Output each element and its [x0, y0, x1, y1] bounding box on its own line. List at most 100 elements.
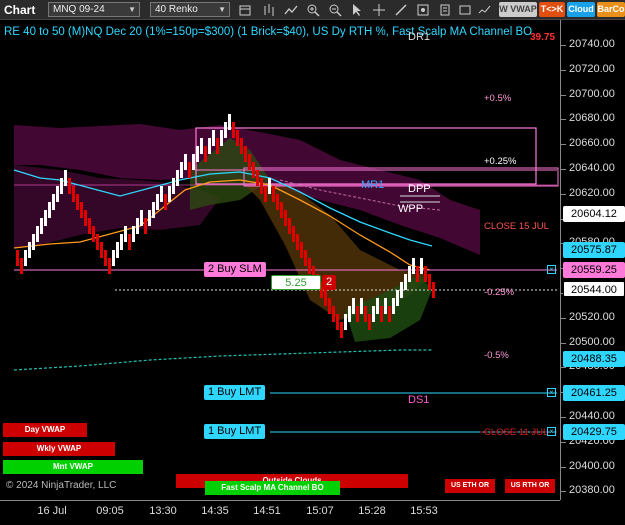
- level-label-pct-minus-025: -0.25%: [484, 287, 515, 298]
- renko-brick-up: [372, 306, 375, 322]
- renko-brick-up: [348, 306, 351, 322]
- time-axis[interactable]: 16 Jul 09:05 13:30 14:35 14:51 15:07 15:28 15:5…: [0, 500, 560, 525]
- us-eth-or-button[interactable]: US ETH OR: [445, 479, 495, 493]
- fast-scalp-button[interactable]: Fast Scalp MA Channel BO: [205, 481, 340, 495]
- renko-brick-up: [136, 218, 139, 234]
- renko-brick-up: [408, 266, 411, 282]
- indicators-icon[interactable]: [284, 3, 298, 17]
- renko-brick-down: [264, 186, 267, 202]
- cancel-lmt-2-icon[interactable]: ×: [547, 427, 556, 436]
- renko-brick-up: [196, 146, 199, 162]
- tk-button[interactable]: T<>K: [539, 2, 565, 17]
- template-icon[interactable]: [458, 3, 472, 17]
- price-tick-label: 20400.00: [569, 459, 615, 472]
- renko-brick-down: [368, 314, 371, 330]
- renko-brick-down: [432, 282, 435, 298]
- price-tick-mark: [561, 193, 566, 195]
- renko-brick-down: [232, 122, 235, 138]
- renko-brick-down: [20, 258, 23, 274]
- renko-brick-up: [156, 194, 159, 210]
- data-series-icon[interactable]: [238, 3, 252, 17]
- renko-brick-down: [80, 202, 83, 218]
- day-vwap-button[interactable]: Day VWAP: [3, 423, 87, 437]
- renko-brick-up: [40, 218, 43, 234]
- price-tick-mark: [561, 367, 566, 369]
- buy-slm-order-tag[interactable]: 2 Buy SLM: [204, 262, 266, 277]
- barco-button[interactable]: BarCo: [597, 2, 625, 17]
- renko-brick-down: [144, 218, 147, 234]
- buy-lmt-order-tag-1[interactable]: 1 Buy LMT: [204, 385, 266, 400]
- time-label: 14:35: [201, 505, 229, 517]
- time-label: 15:07: [306, 505, 334, 517]
- renko-brick-down: [356, 306, 359, 322]
- position-qty-tag[interactable]: 2: [322, 275, 336, 290]
- renko-brick-down: [260, 178, 263, 194]
- level-label-close-11jul: CLOSE 11 JUL: [484, 427, 549, 438]
- pnl-tag[interactable]: 5.25: [271, 275, 321, 290]
- renko-brick-down: [340, 322, 343, 338]
- price-axis[interactable]: 20740.00 20720.00 20700.00 20680.00 20660.00…: [560, 20, 625, 500]
- cancel-lmt-1-icon[interactable]: ×: [547, 388, 556, 397]
- price-tag-lower: 20488.35: [563, 351, 625, 367]
- renko-brick-down: [236, 130, 239, 146]
- wkly-vwap-button[interactable]: Wkly VWAP: [3, 442, 115, 456]
- snap-icon[interactable]: [416, 3, 430, 17]
- level-label-dpp: DPP: [408, 183, 431, 195]
- instrument-selector[interactable]: MNQ 09-24 ▼: [48, 2, 140, 17]
- us-rth-or-button[interactable]: US RTH OR: [505, 479, 555, 493]
- renko-brick-down: [128, 234, 131, 250]
- renko-brick-up: [32, 234, 35, 250]
- pointer-icon[interactable]: [350, 3, 364, 17]
- renko-brick-down: [280, 202, 283, 218]
- draw-tools-icon[interactable]: [394, 3, 408, 17]
- renko-brick-up: [420, 258, 423, 274]
- renko-brick-down: [108, 258, 111, 274]
- level-label-close-15jul: CLOSE 15 JUL: [484, 221, 549, 232]
- renko-brick-down: [84, 210, 87, 226]
- price-tick-mark: [561, 69, 566, 71]
- renko-brick-down: [304, 250, 307, 266]
- zoom-in-icon[interactable]: [306, 3, 320, 17]
- chart-header: RE 40 to 50 (M)NQ Dec 20 (1%=150p=$300) …: [4, 26, 533, 38]
- bar-chart-icon[interactable]: [262, 3, 276, 17]
- level-label-dr1: DR1: [408, 31, 431, 43]
- cancel-slm-icon[interactable]: ×: [547, 265, 556, 274]
- renko-brick-up: [400, 282, 403, 298]
- instrument-value: MNQ 09-24: [53, 4, 105, 15]
- renko-brick-up: [412, 258, 415, 274]
- renko-brick-up: [224, 122, 227, 138]
- renko-brick-up: [24, 250, 27, 266]
- w-vwap-button[interactable]: W VWAP: [499, 2, 537, 17]
- bar-type-selector[interactable]: 40 Renko ▼: [150, 2, 230, 17]
- renko-brick-down: [244, 146, 247, 162]
- renko-brick-up: [64, 170, 67, 186]
- crosshair-icon[interactable]: [372, 3, 386, 17]
- renko-brick-down: [76, 194, 79, 210]
- price-tick-mark: [561, 491, 566, 493]
- renko-brick-up: [124, 226, 127, 242]
- chart-panel[interactable]: RE 40 to 50 (M)NQ Dec 20 (1%=150p=$300) …: [0, 20, 560, 500]
- renko-brick-up: [396, 290, 399, 306]
- level-label-pct-plus-05: +0.5%: [484, 93, 512, 104]
- price-tick-mark: [561, 417, 566, 418]
- renko-brick-up: [192, 154, 195, 170]
- chart-trader-icon[interactable]: [478, 3, 492, 17]
- renko-brick-down: [292, 226, 295, 242]
- price-tag-mid: 20575.87: [563, 242, 625, 258]
- renko-brick-up: [140, 210, 143, 226]
- mnt-vwap-button[interactable]: Mnt VWAP: [3, 460, 143, 474]
- renko-brick-up: [148, 210, 151, 226]
- renko-brick-down: [204, 146, 207, 162]
- price-tick-mark: [561, 317, 566, 319]
- renko-brick-up: [52, 194, 55, 210]
- time-label: 16 Jul: [37, 505, 67, 517]
- zoom-out-icon[interactable]: [328, 3, 342, 17]
- properties-icon[interactable]: [438, 3, 452, 17]
- price-tag-lmt2: 20429.75: [563, 424, 625, 440]
- cloud-button[interactable]: Cloud: [567, 2, 595, 17]
- renko-brick-down: [364, 306, 367, 322]
- time-label: 09:05: [96, 505, 124, 517]
- buy-lmt-order-tag-2[interactable]: 1 Buy LMT: [204, 424, 266, 439]
- price-tag-close15: 20604.12: [563, 206, 625, 222]
- renko-brick-down: [216, 138, 219, 154]
